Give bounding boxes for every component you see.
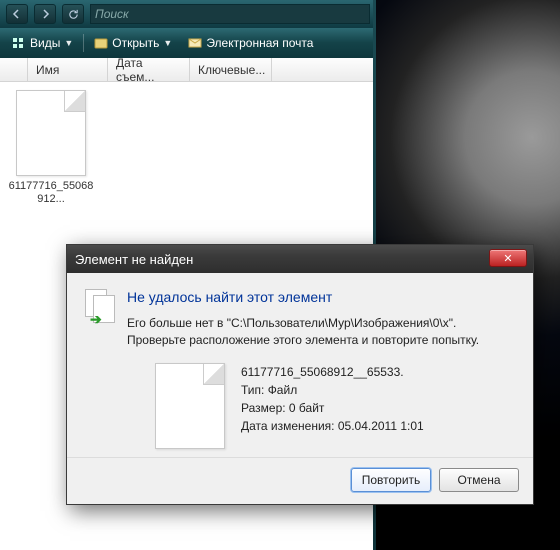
- file-mod-label: Дата изменения:: [241, 419, 335, 433]
- dialog-message: Его больше нет в "C:\Пользователи\Мур\Из…: [127, 315, 515, 349]
- email-icon: [188, 37, 202, 49]
- file-mod-value: 05.04.2011 1:01: [338, 419, 424, 433]
- refresh-icon: [68, 9, 79, 20]
- dialog-body: ➔ Не удалось найти этот элемент Его боль…: [67, 273, 533, 457]
- search-input[interactable]: Поиск: [90, 4, 370, 24]
- file-item[interactable]: 61177716_55068912...: [8, 90, 94, 206]
- toolbar-open-label: Открыть: [112, 36, 159, 50]
- file-type-value: Файл: [268, 383, 298, 397]
- dialog-file-name: 61177716_55068912__65533.: [241, 363, 424, 381]
- column-name[interactable]: Имя: [28, 58, 108, 81]
- chevron-down-icon: ▼: [64, 38, 73, 48]
- dialog-title: Элемент не найден: [75, 252, 193, 267]
- toolbar-email[interactable]: Электронная почта: [182, 34, 319, 52]
- file-icon: [16, 90, 86, 176]
- arrow-left-icon: [12, 9, 22, 19]
- toolbar-separator: [83, 34, 84, 52]
- nav-forward-button[interactable]: [34, 4, 56, 24]
- file-size-label: Размер:: [241, 401, 286, 415]
- close-button[interactable]: ✕: [489, 249, 527, 267]
- retry-button[interactable]: Повторить: [351, 468, 431, 492]
- chevron-down-icon: ▼: [163, 38, 172, 48]
- explorer-titlebar: Поиск: [0, 0, 376, 28]
- file-label: 61177716_55068912...: [8, 180, 94, 206]
- toolbar-email-label: Электронная почта: [206, 36, 313, 50]
- cancel-button[interactable]: Отмена: [439, 468, 519, 492]
- open-icon: [94, 37, 108, 49]
- file-type-label: Тип:: [241, 383, 264, 397]
- views-icon: [12, 37, 26, 49]
- error-dialog: Элемент не найден ✕ ➔ Не удалось найти э…: [66, 244, 534, 505]
- column-tags[interactable]: Ключевые...: [190, 58, 272, 81]
- toolbar-views-label: Виды: [30, 36, 60, 50]
- dialog-file-meta: 61177716_55068912__65533. Тип: Файл Разм…: [241, 363, 424, 449]
- dialog-heading: Не удалось найти этот элемент: [127, 289, 515, 305]
- close-icon: ✕: [503, 252, 512, 265]
- move-file-icon: ➔: [85, 289, 117, 325]
- column-headers: Имя Дата съем... Ключевые...: [0, 58, 376, 82]
- dialog-titlebar[interactable]: Элемент не найден ✕: [67, 245, 533, 273]
- column-date[interactable]: Дата съем...: [108, 58, 190, 81]
- dialog-file-icon: [155, 363, 225, 449]
- dialog-button-row: Повторить Отмена: [67, 457, 533, 504]
- nav-back-button[interactable]: [6, 4, 28, 24]
- explorer-toolbar: Виды ▼ Открыть ▼ Электронная почта: [0, 28, 376, 58]
- toolbar-open[interactable]: Открыть ▼: [88, 34, 178, 52]
- arrow-right-icon: [40, 9, 50, 19]
- nav-refresh-button[interactable]: [62, 4, 84, 24]
- file-size-value: 0 байт: [289, 401, 324, 415]
- column-icon[interactable]: [0, 58, 28, 81]
- toolbar-views[interactable]: Виды ▼: [6, 34, 79, 52]
